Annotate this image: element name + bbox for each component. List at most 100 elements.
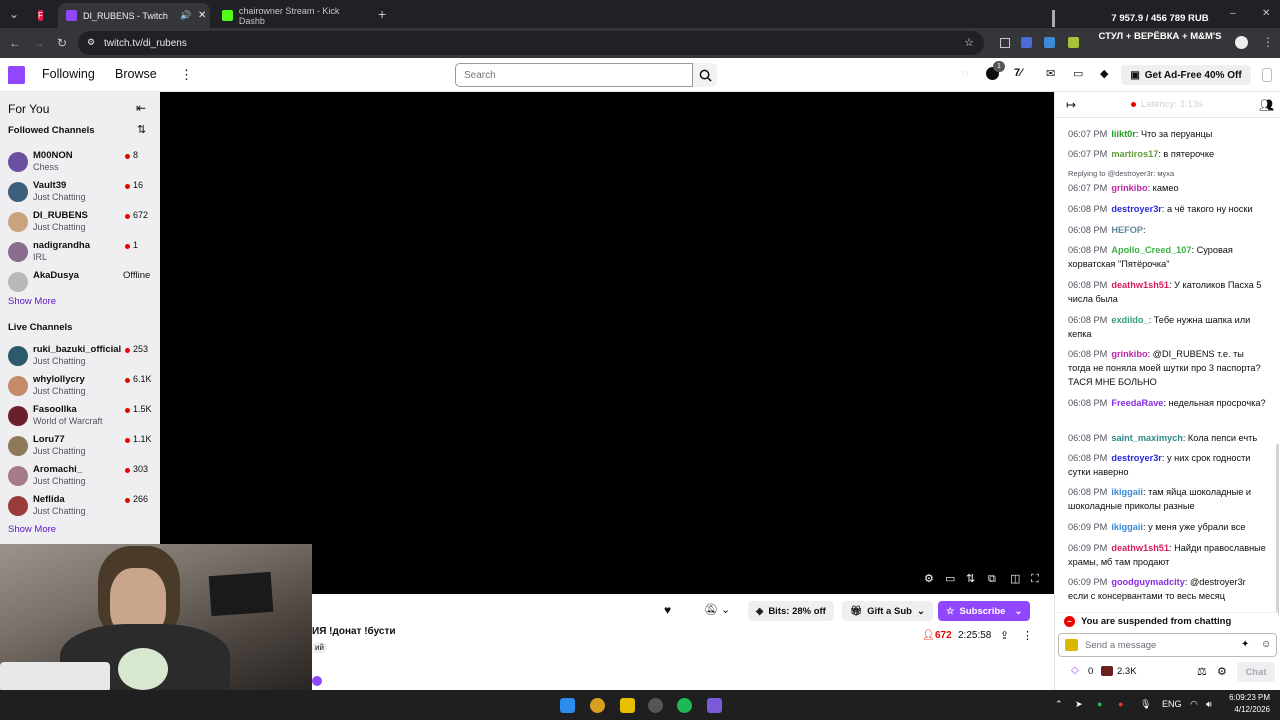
tray-arrow-icon[interactable]: ⌃ [1055, 699, 1063, 710]
tag-chip[interactable]: ий [312, 642, 327, 653]
message-username[interactable]: saint_maximych [1111, 433, 1183, 443]
address-bar[interactable]: ⚙ twitch.tv/di_rubens ☆ [78, 31, 984, 55]
bits-button[interactable]: ◈ Bits: 28% off [748, 601, 834, 621]
chrome-app-icon[interactable] [590, 698, 605, 713]
spotify-app-icon[interactable] [677, 698, 692, 713]
app-icon[interactable] [707, 698, 722, 713]
more-menu-icon[interactable]: ⋮ [180, 67, 193, 83]
browse-link[interactable]: Browse [115, 67, 157, 81]
tray-app-icon[interactable]: ● [1118, 699, 1123, 709]
whispers-icon[interactable]: ▭ [1073, 67, 1083, 80]
profile-avatar[interactable] [1235, 36, 1248, 49]
search-button[interactable] [693, 63, 717, 87]
channel-item[interactable]: Neflida Just Chatting 266 [0, 492, 160, 522]
channel-item[interactable]: nadigrandha IRL 1 [0, 238, 160, 268]
sidebar-mode-icon[interactable]: ◫ [1010, 573, 1022, 585]
sort-icon[interactable]: ⇅ [137, 123, 146, 136]
chat-input[interactable]: Send a message ✦ ☺ [1058, 633, 1277, 657]
close-window-icon[interactable]: ✕ [1262, 8, 1270, 20]
clip-icon[interactable]: ⇅ [966, 573, 978, 585]
message-username[interactable]: grinkibo [1111, 349, 1147, 359]
channel-item[interactable]: M00NON Chess 8 [0, 148, 160, 178]
show-more-followed-link[interactable]: Show More [8, 296, 56, 307]
message-username[interactable]: exdildo_ [1111, 315, 1148, 325]
collapse-sidebar-icon[interactable]: ⇤ [136, 101, 146, 115]
show-more-live-link[interactable]: Show More [8, 524, 56, 535]
chat-scrollbar[interactable] [1276, 444, 1279, 616]
microphone-icon[interactable]: 🎙︎ [1140, 699, 1151, 710]
tab-twitch[interactable]: DI_RUBENS - Twitch 🔊 ✕ [58, 3, 210, 28]
emote-picker-icon[interactable]: ☺ [1261, 639, 1271, 650]
audio-icon[interactable]: 🔊 [180, 10, 191, 21]
tab-search-icon[interactable]: ⌄ [9, 8, 19, 20]
pinned-tab[interactable]: F [30, 3, 52, 28]
reload-icon[interactable]: ↻ [57, 37, 67, 49]
message-username[interactable]: ikiggaii [1111, 487, 1143, 497]
language-indicator[interactable]: ENG [1162, 699, 1182, 709]
search-input[interactable] [455, 63, 693, 87]
channel-item[interactable]: Vault39 Just Chatting 16 [0, 178, 160, 208]
extension-icon[interactable] [1000, 38, 1010, 48]
extension-icon[interactable] [1044, 37, 1055, 48]
tab-kick[interactable]: chairowner Stream - Kick Dashb [214, 3, 374, 28]
close-tab-icon[interactable]: ✕ [198, 10, 206, 21]
pip-icon[interactable]: ⧉ [988, 573, 1000, 585]
file-explorer-icon[interactable] [620, 698, 635, 713]
subscribe-button[interactable]: ☆ Subscribe ⌄ [938, 601, 1030, 621]
bookmark-star-icon[interactable]: ☆ [964, 36, 974, 49]
reward-icon[interactable] [1101, 666, 1113, 676]
channel-item[interactable]: whylollycry Just Chatting 6.1K [0, 372, 160, 402]
user-menu-icon[interactable] [1262, 68, 1272, 82]
message-username[interactable]: grinkibo [1111, 183, 1147, 193]
volume-icon[interactable]: 🔊︎ [1206, 699, 1212, 710]
message-username[interactable]: goodguymadcity [1111, 577, 1185, 587]
browser-menu-icon[interactable]: ⋮ [1262, 36, 1274, 48]
channel-points-icon[interactable]: ◇ [1071, 665, 1079, 676]
message-username[interactable]: FreedaRave [1111, 398, 1163, 408]
message-username[interactable]: liikt0r [1111, 129, 1136, 139]
forward-icon[interactable]: → [33, 37, 45, 49]
twitch-logo-icon[interactable] [8, 66, 25, 84]
channel-item[interactable]: Loru77 Just Chatting 1.1K [0, 432, 160, 462]
bits-cheer-icon[interactable]: ✦ [1241, 639, 1249, 650]
new-tab-icon[interactable]: + [378, 7, 386, 21]
minimize-icon[interactable]: – [1230, 8, 1236, 20]
clock[interactable]: 6:09:23 PM 4/12/2026 [1224, 693, 1270, 714]
prediction-icon[interactable]: ⚖ [1197, 665, 1207, 678]
channel-item[interactable]: DI_RUBENS Just Chatting 672 [0, 208, 160, 238]
bits-leaderboard-icon[interactable]: 7⁄ [1014, 67, 1022, 79]
community-icon[interactable]: 👥︎ [1259, 98, 1274, 112]
extension-icon[interactable] [1068, 37, 1079, 48]
message-username[interactable]: deathw1sh51 [1111, 280, 1169, 290]
spotify-tray-icon[interactable]: ● [1097, 699, 1102, 709]
more-options-icon[interactable]: ⋮ [1022, 629, 1033, 642]
following-link[interactable]: Following [42, 67, 95, 81]
fullscreen-icon[interactable]: ⛶ [1031, 573, 1043, 585]
message-username[interactable]: deathw1sh51 [1111, 543, 1169, 553]
message-username[interactable]: Apollo_Creed_107 [1111, 245, 1191, 255]
message-username[interactable]: HEFOP [1111, 225, 1143, 235]
send-icon[interactable]: ➤ [1075, 699, 1083, 710]
collapse-chat-icon[interactable]: ↦ [1066, 98, 1076, 112]
bits-icon[interactable]: ◆ [1100, 67, 1108, 80]
message-username[interactable]: destroyer3r [1111, 204, 1162, 214]
inbox-icon[interactable]: ✉ [1046, 67, 1055, 80]
channel-item[interactable]: ruki_bazuki_official Just Chatting 253 [0, 342, 160, 372]
ad-free-button[interactable]: ▣ Get Ad-Free 40% Off [1121, 65, 1251, 85]
message-username[interactable]: ikiggaii [1111, 522, 1143, 532]
windows-start-icon[interactable] [560, 698, 575, 713]
chat-settings-icon[interactable]: ⚙ [1217, 665, 1227, 678]
prime-icon[interactable]: ◌ [962, 68, 969, 80]
obs-app-icon[interactable] [648, 698, 663, 713]
message-username[interactable]: martiros17 [1111, 149, 1158, 159]
channel-item[interactable]: Fasoollka World of Warcraft 1.5K [0, 402, 160, 432]
settings-icon[interactable]: ⚙ [924, 573, 936, 585]
emote-icon[interactable] [1065, 639, 1078, 651]
message-username[interactable]: destroyer3r [1111, 453, 1162, 463]
video-player[interactable]: ⚙ ▭ ⇅ ⧉ ◫ ⛶ [160, 92, 1054, 594]
chat-send-button[interactable]: Chat [1237, 662, 1275, 682]
gift-sub-button[interactable]: 🎁︎ Gift a Sub ⌄ [842, 601, 933, 621]
notifications-off-icon[interactable]: 🔕︎ ⌄ [704, 603, 730, 616]
site-info-icon[interactable]: ⚙ [87, 37, 95, 48]
channel-item[interactable]: Aromachi_ Just Chatting 303 [0, 462, 160, 492]
